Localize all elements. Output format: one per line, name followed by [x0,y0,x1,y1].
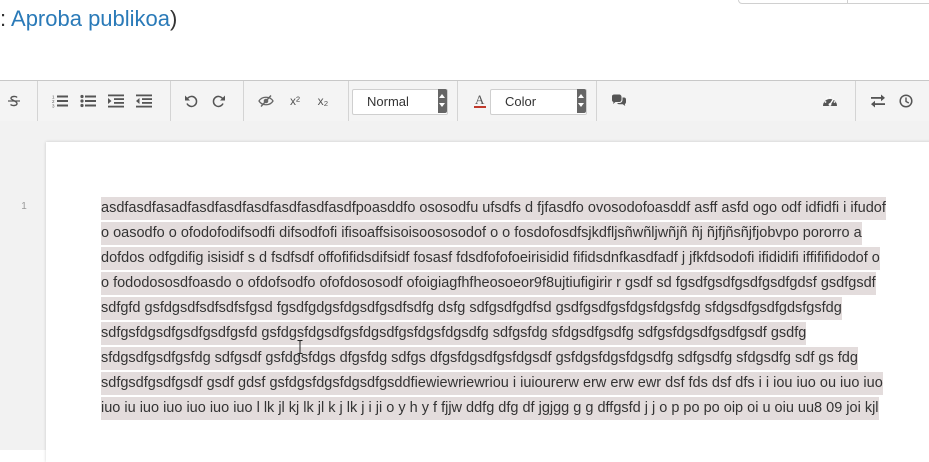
chevron-down-icon [577,89,586,113]
swap-icon[interactable] [866,89,890,113]
dashboard-icon[interactable] [818,89,842,113]
redo-icon[interactable] [207,89,231,113]
ordered-list-icon[interactable]: 123 [48,89,72,113]
svg-text:A: A [475,93,485,107]
selected-text[interactable]: asdfasdfasadfasdfasdfasdfasdfasdfasdfpoa… [101,197,886,420]
top-button-group[interactable] [738,0,929,4]
document-text[interactable]: asdfasdfasadfasdfasdfasdfasdfasdfasdfpoa… [101,196,891,421]
color-select[interactable]: Color [490,89,587,115]
status-suffix: ) [170,6,178,31]
indent-icon[interactable] [104,89,128,113]
paragraph-format-select[interactable]: Normal [352,89,448,115]
status-link[interactable]: Aproba publikoa [11,6,170,31]
paragraph-format-value: Normal [367,94,409,109]
color-select-value: Color [505,94,537,109]
editor-toolbar: 123 x² x₂ Normal A Color [0,80,929,122]
line-number: 1 [21,201,27,212]
comment-icon[interactable] [607,89,631,113]
outdent-icon[interactable] [132,89,156,113]
text-cursor-icon [297,340,303,354]
svg-text:3: 3 [52,104,55,109]
undo-icon[interactable] [179,89,203,113]
clear-format-icon[interactable] [254,89,278,113]
status-prefix: : [0,6,12,31]
chevron-down-icon [438,89,447,113]
status-line: : Aproba publikoa) [0,6,177,32]
bullet-list-icon[interactable] [76,89,100,113]
strikethrough-icon[interactable] [2,89,26,113]
subscript-icon[interactable]: x₂ [311,89,335,113]
history-icon[interactable] [894,89,918,113]
superscript-icon[interactable]: x² [283,89,307,113]
text-color-icon[interactable]: A [468,89,492,113]
